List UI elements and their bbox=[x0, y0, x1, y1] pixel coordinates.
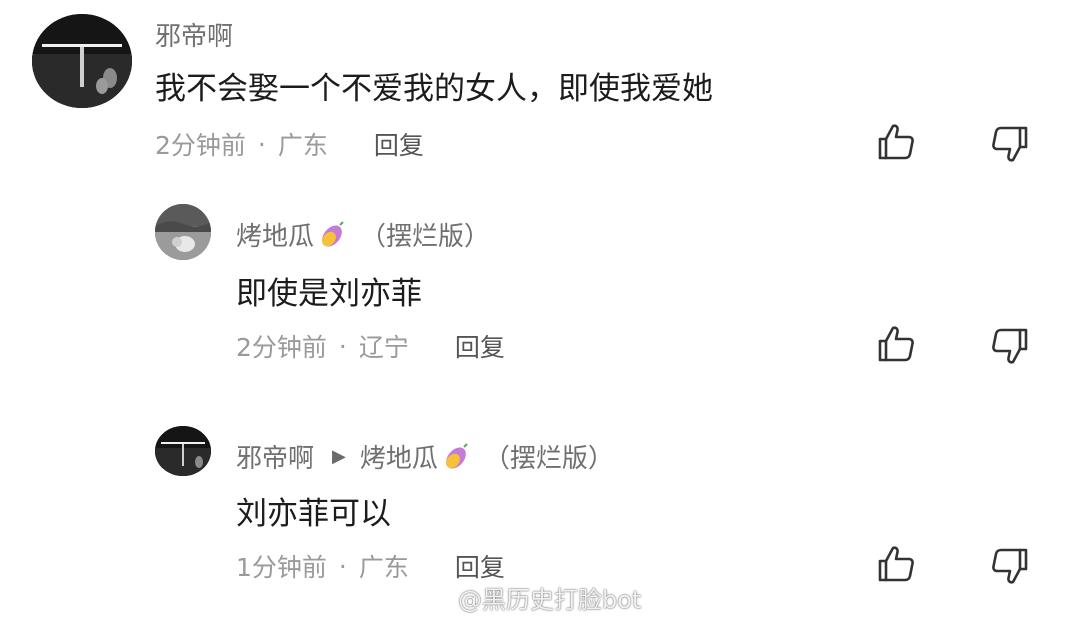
comment-thread: 邪帝啊 我不会娶一个不爱我的女人，即使我爱她 2分钟前 · 广东 回复 烤地瓜 … bbox=[0, 0, 1080, 624]
avatar[interactable] bbox=[155, 426, 211, 476]
avatar[interactable] bbox=[155, 204, 211, 260]
reply-button[interactable]: 回复 bbox=[374, 126, 424, 162]
username-text[interactable]: 烤地瓜 bbox=[236, 216, 314, 253]
user-badge: （摆烂版） bbox=[483, 444, 614, 474]
meta-separator: · bbox=[338, 331, 347, 361]
comment-username[interactable]: 烤地瓜 （摆烂版） bbox=[236, 216, 490, 253]
weibo-watermark: @黑历史打脸bot bbox=[412, 580, 641, 615]
comment-username[interactable]: 邪帝啊 bbox=[155, 16, 233, 53]
meta-separator: · bbox=[338, 551, 347, 581]
comment-meta: 1分钟前 · 广东 回复 bbox=[236, 548, 505, 584]
username-text[interactable]: 邪帝啊 bbox=[236, 438, 314, 475]
thumbs-down-icon[interactable] bbox=[990, 124, 1030, 164]
comment-text: 我不会娶一个不爱我的女人，即使我爱她 bbox=[155, 71, 713, 107]
sweet-potato-icon bbox=[440, 442, 470, 472]
weibo-logo-icon bbox=[412, 583, 452, 613]
reply-button[interactable]: 回复 bbox=[455, 328, 505, 364]
thumbs-down-icon[interactable] bbox=[990, 326, 1030, 366]
user-badge: （摆烂版） bbox=[360, 222, 491, 252]
comment-location: 广东 bbox=[358, 553, 409, 582]
reply-button[interactable]: 回复 bbox=[455, 548, 505, 584]
avatar[interactable] bbox=[32, 14, 132, 108]
sweet-potato-icon bbox=[316, 220, 346, 250]
comment-time: 2分钟前 bbox=[236, 333, 327, 362]
comment-time: 1分钟前 bbox=[236, 553, 327, 582]
comment-text: 刘亦菲可以 bbox=[236, 496, 391, 532]
thumbs-up-icon[interactable] bbox=[876, 122, 916, 162]
comment-location: 辽宁 bbox=[358, 333, 409, 362]
thumbs-up-icon[interactable] bbox=[876, 324, 916, 364]
comment-time: 2分钟前 bbox=[155, 131, 246, 160]
meta-separator: · bbox=[257, 129, 266, 159]
thumbs-down-icon[interactable] bbox=[990, 546, 1030, 586]
reply-arrow-icon: ▶ bbox=[332, 446, 346, 467]
comment-meta: 2分钟前 · 辽宁 回复 bbox=[236, 328, 505, 364]
comment-meta: 2分钟前 · 广东 回复 bbox=[155, 126, 424, 162]
reply-to-username[interactable]: 烤地瓜 bbox=[360, 438, 438, 475]
comment-text: 即使是刘亦菲 bbox=[236, 276, 422, 312]
thumbs-up-icon[interactable] bbox=[876, 544, 916, 584]
username-text[interactable]: 邪帝啊 bbox=[155, 16, 233, 53]
comment-location: 广东 bbox=[277, 131, 328, 160]
watermark-text: @黑历史打脸bot bbox=[458, 586, 642, 614]
comment-username[interactable]: 邪帝啊 ▶ 烤地瓜 （摆烂版） bbox=[236, 438, 614, 475]
